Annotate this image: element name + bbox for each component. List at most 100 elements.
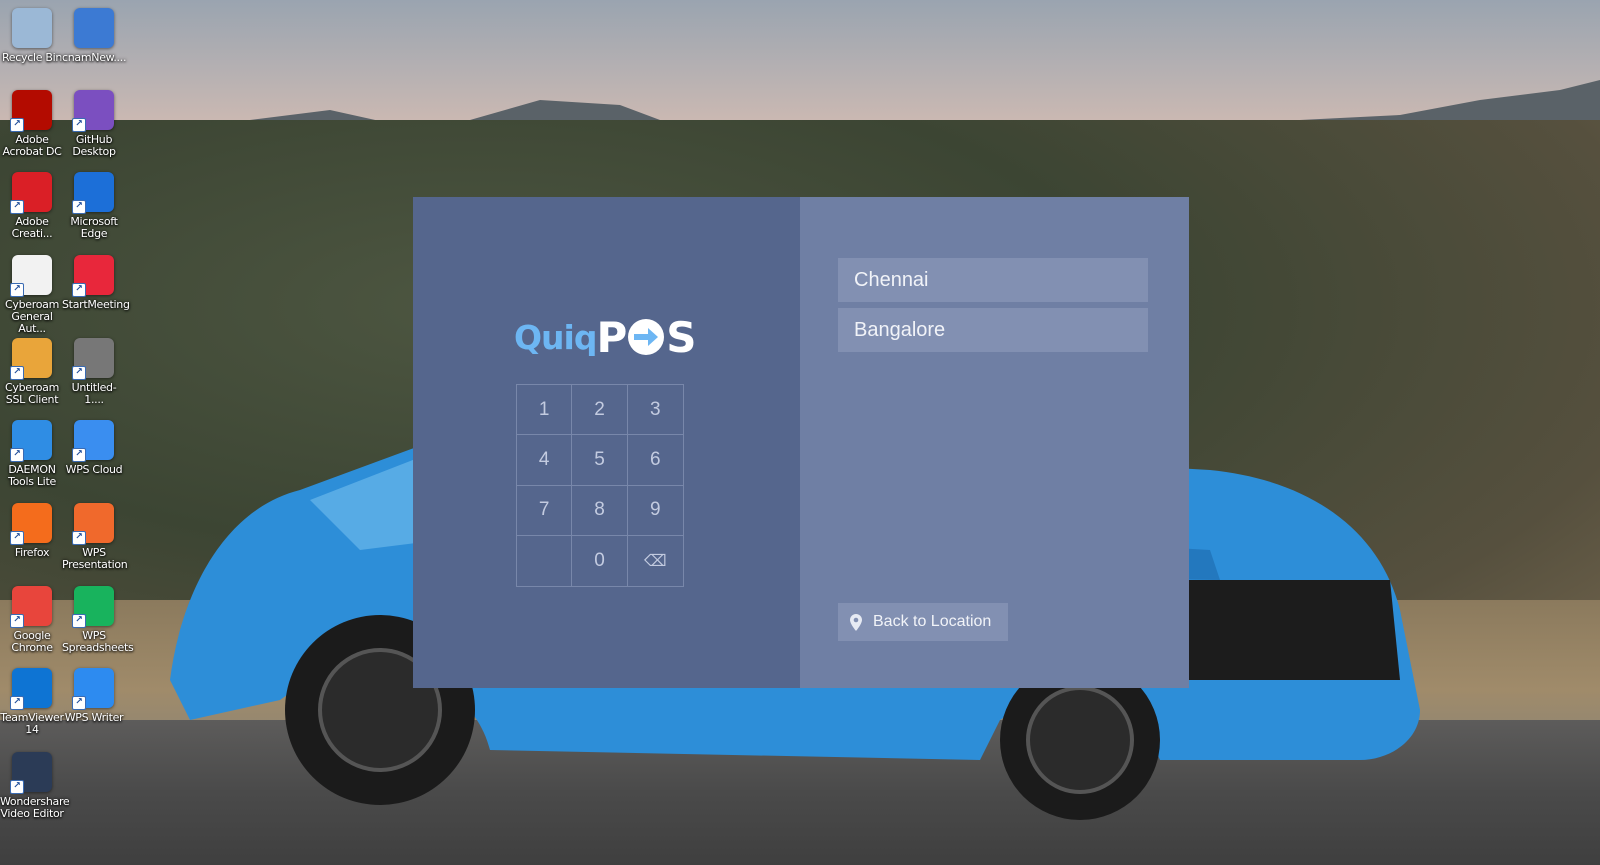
shortcut-arrow-icon: ↗ [72, 366, 86, 380]
keypad-key[interactable]: 3 [627, 385, 683, 436]
desktop-shortcut-label: WPS Spreadsheets [62, 629, 134, 654]
wondershare-icon: ↗ [10, 752, 52, 794]
shortcut-arrow-icon: ↗ [10, 118, 24, 132]
shortcut-arrow-icon: ↗ [10, 448, 24, 462]
desktop-shortcut-label: Adobe Acrobat DC [2, 133, 62, 158]
pin-keypad: 1 2 3 4 5 6 7 8 9 0 ⌫ [516, 384, 684, 587]
desktop-shortcut-label: Microsoft Edge [70, 215, 118, 240]
desktop-shortcut[interactable]: ↗ WPS Cloud [62, 420, 126, 476]
back-to-location-label: Back to Location [873, 613, 992, 630]
desktop-shortcut-label: Wondershare Video Editor [0, 795, 70, 820]
wps-cloud-icon: ↗ [72, 420, 114, 462]
shortcut-arrow-icon: ↗ [72, 200, 86, 214]
desktop-shortcut-label: Recycle Bin [1, 51, 63, 64]
desktop-shortcut-label: StartMeeting [62, 298, 130, 311]
shortcut-arrow-icon: ↗ [10, 366, 24, 380]
media-file-icon: ↗ [72, 338, 114, 380]
desktop-shortcut[interactable]: ↗ Firefox [0, 503, 64, 559]
location-pane: Chennai Bangalore Back to Location [800, 197, 1189, 688]
logo-pos-text: P S [596, 312, 696, 362]
desktop-shortcut-label: WPS Cloud [65, 463, 123, 476]
desktop-shortcut[interactable]: ↗ Google Chrome [0, 586, 64, 654]
logo-s-letter: S [666, 312, 696, 362]
desktop-shortcut-label: Untitled-1.... [71, 381, 117, 406]
keypad-key[interactable]: 1 [517, 385, 573, 436]
desktop-shortcut-label: Cyberoam SSL Client [4, 381, 59, 406]
shortcut-arrow-icon: ↗ [10, 200, 24, 214]
shortcut-arrow-icon: ↗ [72, 531, 86, 545]
desktop-shortcut-label: DAEMON Tools Lite [8, 463, 56, 488]
desktop-shortcut-label: Firefox [14, 546, 50, 559]
cyberoam-ssl-icon: ↗ [10, 338, 52, 380]
desktop-shortcut[interactable]: ↗ Untitled-1.... [62, 338, 126, 406]
keypad-key[interactable]: 5 [572, 435, 628, 486]
desktop-shortcut[interactable]: ↗ Wondershare Video Editor [0, 752, 70, 820]
shortcut-arrow-icon: ↗ [10, 696, 24, 710]
desktop-shortcut-label: GitHub Desktop [72, 133, 116, 158]
logo-arrow-icon [628, 319, 665, 355]
back-to-location-button[interactable]: Back to Location [838, 603, 1008, 641]
keypad-key[interactable]: 6 [627, 435, 683, 486]
shortcut-arrow-icon: ↗ [72, 283, 86, 297]
shortcut-arrow-icon: ↗ [72, 696, 86, 710]
logo-quiq-text: Quiq [514, 317, 597, 357]
creative-cloud-icon: ↗ [10, 172, 52, 214]
recycle-bin-icon [12, 8, 52, 48]
teamviewer-icon: ↗ [10, 668, 52, 710]
desktop-shortcut-label: TeamViewer 14 [0, 711, 64, 736]
desktop-shortcut[interactable]: ↗ Microsoft Edge [62, 172, 126, 240]
desktop-shortcut[interactable]: ↗ WPS Spreadsheets [62, 586, 134, 654]
desktop-shortcut[interactable]: ↗ Adobe Acrobat DC [0, 90, 64, 158]
shortcut-arrow-icon: ↗ [72, 118, 86, 132]
daemon-tools-icon: ↗ [10, 420, 52, 462]
keypad-key[interactable]: 8 [572, 485, 628, 536]
keypad-key[interactable]: 0 [572, 535, 628, 586]
desktop-shortcut[interactable]: ↗ Adobe Creati... [0, 172, 64, 240]
backspace-icon[interactable]: ⌫ [628, 536, 683, 586]
quiqpos-logo: Quiq P S [514, 312, 697, 362]
location-item-bangalore[interactable]: Bangalore [838, 308, 1148, 352]
desktop-shortcut[interactable]: ↗ GitHub Desktop [62, 90, 126, 158]
shortcut-arrow-icon: ↗ [10, 283, 24, 297]
startmeeting-icon: ↗ [72, 255, 114, 297]
document-icon [74, 8, 114, 48]
shortcut-arrow-icon: ↗ [10, 780, 24, 794]
desktop-shortcut[interactable]: cnamNew.... [62, 8, 126, 64]
wps-spreadsheets-icon: ↗ [72, 586, 114, 628]
keypad-key[interactable]: 4 [517, 435, 573, 486]
desktop-shortcut[interactable]: ↗ DAEMON Tools Lite [0, 420, 64, 488]
desktop-shortcut-label: Adobe Creati... [11, 215, 53, 240]
desktop-shortcut[interactable]: ↗ WPS Writer [62, 668, 126, 724]
shortcut-arrow-icon: ↗ [72, 448, 86, 462]
desktop-icon-area: Recycle Bin cnamNew.... ↗ Adobe Acrobat DC ↗… [0, 0, 134, 865]
desktop-shortcut[interactable]: ↗ TeamViewer 14 [0, 668, 64, 736]
wps-presentation-icon: ↗ [72, 503, 114, 545]
desktop-shortcut-label: WPS Writer [64, 711, 124, 724]
firefox-icon: ↗ [10, 503, 52, 545]
keypad-key[interactable]: 9 [627, 486, 683, 536]
edge-icon: ↗ [72, 172, 114, 214]
logo-p-letter: P [596, 312, 627, 362]
desktop-shortcut-label: WPS Presentation [62, 546, 128, 571]
desktop-shortcut-label: Cyberoam General Aut... [4, 298, 59, 335]
shortcut-arrow-icon: ↗ [10, 531, 24, 545]
desktop-shortcut-label: cnamNew.... [62, 51, 127, 64]
keypad-blank [517, 535, 573, 586]
desktop-shortcut[interactable]: ↗ StartMeeting [62, 255, 130, 311]
shortcut-arrow-icon: ↗ [72, 614, 86, 628]
desktop-shortcut-label: Google Chrome [11, 629, 53, 654]
acrobat-icon: ↗ [10, 90, 52, 132]
desktop-shortcut[interactable]: Recycle Bin [0, 8, 64, 64]
desktop-shortcut[interactable]: ↗ WPS Presentation [62, 503, 128, 571]
shortcut-arrow-icon: ↗ [10, 614, 24, 628]
cyberoam-icon: ↗ [10, 255, 52, 297]
chrome-icon: ↗ [10, 586, 52, 628]
location-item-chennai[interactable]: Chennai [838, 258, 1148, 302]
login-pane: Quiq P S 1 2 3 4 5 6 7 8 9 0 ⌫ [413, 197, 800, 688]
desktop-shortcut[interactable]: ↗ Cyberoam General Aut... [0, 255, 64, 335]
desktop-shortcut[interactable]: ↗ Cyberoam SSL Client [0, 338, 64, 406]
wps-writer-icon: ↗ [72, 668, 114, 710]
keypad-key[interactable]: 7 [517, 485, 573, 536]
location-pin-icon [850, 613, 862, 631]
keypad-key[interactable]: 2 [572, 385, 628, 436]
